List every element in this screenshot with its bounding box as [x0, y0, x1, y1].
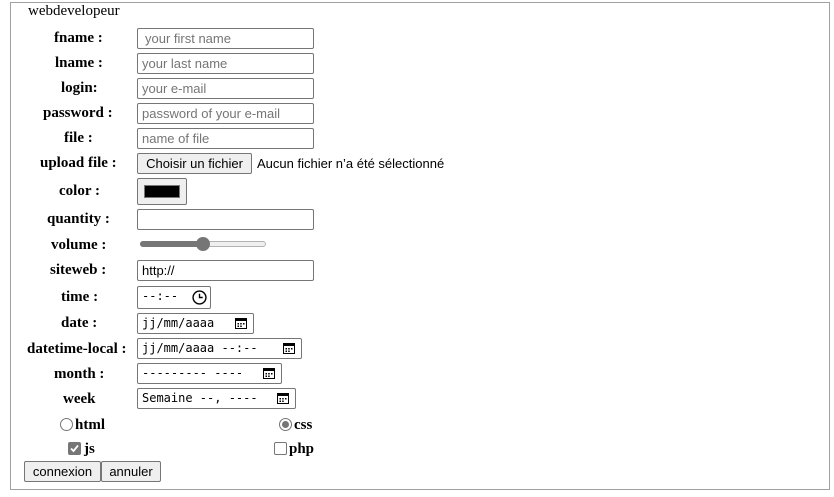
radio-html-label: html	[75, 417, 105, 433]
fname-label: fname :	[54, 30, 103, 46]
checkbox-js-label: js	[84, 441, 95, 457]
datetime-label: datetime-local :	[27, 341, 127, 357]
time-label: time :	[61, 289, 99, 305]
radio-html[interactable]	[60, 418, 73, 431]
quantity-label: quantity :	[47, 211, 110, 227]
file-input[interactable]: name of file	[137, 128, 314, 149]
file-label: file :	[64, 130, 93, 146]
check-icon	[70, 444, 79, 453]
time-input[interactable]: --:--	[137, 286, 211, 309]
date-label: date :	[61, 315, 98, 331]
month-input[interactable]: --------- ----	[137, 363, 282, 384]
month-label: month :	[54, 366, 105, 382]
month-value: --------- ----	[142, 366, 244, 380]
checkbox-php-label: php	[289, 441, 315, 457]
login-placeholder: your e-mail	[142, 81, 207, 96]
radio-css[interactable]	[279, 418, 292, 431]
calendar-icon[interactable]	[277, 392, 289, 404]
color-label: color :	[59, 183, 100, 199]
lname-placeholder: your last name	[142, 56, 228, 71]
login-label: login:	[61, 80, 98, 96]
time-value: --:--	[142, 289, 179, 303]
date-input[interactable]: jj/mm/aaaa	[137, 313, 254, 334]
lname-label: lname :	[55, 55, 103, 71]
form-fieldset	[10, 2, 830, 490]
datetime-value: jj/mm/aaaa --:--	[142, 341, 258, 355]
fname-input[interactable]: your first name	[137, 28, 314, 49]
lname-input[interactable]: your last name	[137, 53, 314, 74]
checkbox-php[interactable]	[274, 442, 287, 455]
login-input[interactable]: your e-mail	[137, 78, 314, 99]
week-value: Semaine --, ----	[142, 391, 258, 405]
siteweb-label: siteweb :	[50, 262, 107, 278]
upload-label: upload file :	[40, 155, 117, 171]
fname-placeholder: your first name	[145, 31, 231, 46]
calendar-icon[interactable]	[235, 317, 247, 329]
password-placeholder: password of your e-mail	[142, 106, 280, 121]
checkbox-js[interactable]	[68, 442, 81, 455]
date-value: jj/mm/aaaa	[142, 316, 215, 330]
volume-slider-fill	[140, 241, 203, 247]
connexion-button[interactable]: connexion	[24, 461, 101, 482]
clock-icon[interactable]	[192, 290, 207, 305]
radio-css-label: css	[294, 417, 313, 433]
color-swatch	[144, 185, 180, 198]
choose-file-button[interactable]: Choisir un fichier	[137, 153, 252, 174]
file-placeholder: name of file	[142, 131, 210, 146]
volume-label: volume :	[51, 237, 107, 253]
calendar-icon[interactable]	[263, 367, 275, 379]
week-label: week	[63, 391, 96, 407]
file-status: Aucun fichier n’a été sélectionné	[257, 156, 445, 171]
week-input[interactable]: Semaine --, ----	[137, 388, 296, 409]
datetime-input[interactable]: jj/mm/aaaa --:--	[137, 338, 302, 359]
password-label: password :	[43, 105, 113, 121]
annuler-button[interactable]: annuler	[101, 461, 161, 482]
siteweb-input[interactable]: http://	[137, 260, 314, 281]
quantity-input[interactable]	[137, 209, 314, 230]
calendar-icon[interactable]	[283, 342, 295, 354]
volume-slider-thumb[interactable]	[196, 237, 210, 251]
password-input[interactable]: password of your e-mail	[137, 103, 314, 124]
color-picker[interactable]	[137, 178, 187, 205]
fieldset-legend: webdevelopeur	[26, 3, 122, 20]
